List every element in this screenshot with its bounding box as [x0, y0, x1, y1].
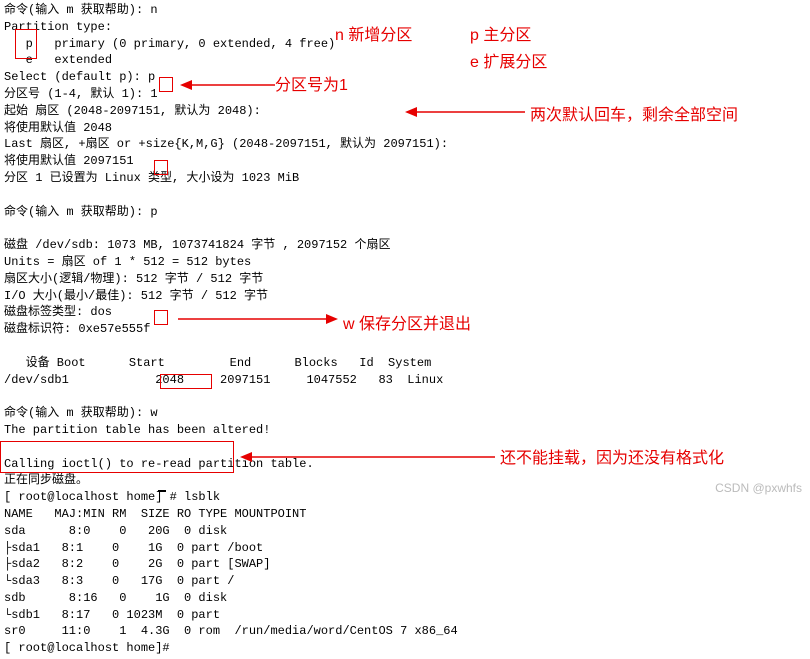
arrow-icon: [180, 78, 275, 92]
redbox-p-e: [15, 29, 37, 59]
annotation-no-mount: 还不能挂载，因为还没有格式化: [500, 448, 724, 470]
annotation-n-new: n 新增分区: [335, 25, 412, 47]
line: NAME MAJ:MIN RM SIZE RO TYPE MOUNTPOINT: [4, 507, 306, 521]
line: ├sda1 8:1 0 1G 0 part /boot: [4, 541, 263, 555]
redbox-lsblk: [160, 374, 212, 389]
line: Last 扇区, +扇区 or +size{K,M,G} (2048-20971…: [4, 137, 448, 151]
redbox-sdb: [0, 441, 234, 473]
line: 将使用默认值 2097151: [4, 154, 134, 168]
line: └sda3 8:3 0 17G 0 part /: [4, 574, 234, 588]
redbox-w-cmd: [154, 310, 168, 325]
line: ├sda2 8:2 0 2G 0 part [SWAP]: [4, 557, 270, 571]
line: 分区 1 已设置为 Linux 类型, 大小设为 1023 MiB: [4, 171, 299, 185]
line: 正在同步磁盘。: [4, 473, 88, 487]
annotation-e-extended: e 扩展分区: [470, 52, 547, 74]
line: /dev/sdb1 2048 2097151 1047552 83 Linux: [4, 373, 443, 387]
line: I/O 大小(最小/最佳): 512 字节 / 512 字节: [4, 289, 268, 303]
line: 分区号 (1-4, 默认 1): 1: [4, 87, 158, 101]
annotation-p-primary: p 主分区: [470, 25, 531, 47]
watermark: CSDN @pxwhfs: [715, 480, 802, 497]
line: sdb 8:16 0 1G 0 disk: [4, 591, 227, 605]
redbox-partition-num: [159, 77, 173, 92]
annotation-w-save: w 保存分区并退出: [343, 314, 471, 336]
line: [ root@localhost home] # lsblk: [4, 490, 220, 504]
line: p primary (0 primary, 0 extended, 4 free…: [4, 37, 335, 51]
line: sda 8:0 0 20G 0 disk: [4, 524, 227, 538]
redbox-p-cmd: [154, 160, 168, 175]
line: 起始 扇区 (2048-2097151, 默认为 2048):: [4, 104, 261, 118]
line: sr0 11:0 1 4.3G 0 rom /run/media/word/Ce…: [4, 624, 458, 638]
line: Select (default p): p: [4, 70, 155, 84]
terminal-cursor: [158, 490, 166, 492]
line: 磁盘 /dev/sdb: 1073 MB, 1073741824 字节 , 20…: [4, 238, 390, 252]
annotation-default-enter: 两次默认回车，剩余全部空间: [530, 105, 738, 127]
arrow-icon: [240, 450, 495, 464]
line: 磁盘标签类型: dos: [4, 305, 112, 319]
line: 磁盘标识符: 0xe57e555f: [4, 322, 150, 336]
line: The partition table has been altered!: [4, 423, 270, 437]
line: 设备 Boot Start End Blocks Id System: [4, 356, 431, 370]
line: └sdb1 8:17 0 1023M 0 part: [4, 608, 220, 622]
line: [ root@localhost home]#: [4, 641, 170, 655]
line: 命令(输入 m 获取帮助): w: [4, 406, 158, 420]
line: 扇区大小(逻辑/物理): 512 字节 / 512 字节: [4, 272, 263, 286]
line: Units = 扇区 of 1 * 512 = 512 bytes: [4, 255, 251, 269]
line: 命令(输入 m 获取帮助): p: [4, 205, 158, 219]
line: 将使用默认值 2048: [4, 121, 112, 135]
arrow-icon: [405, 100, 525, 124]
line: 命令(输入 m 获取帮助): n: [4, 3, 158, 17]
arrow-icon: [178, 310, 338, 328]
annotation-partition-1: 分区号为1: [275, 75, 348, 97]
